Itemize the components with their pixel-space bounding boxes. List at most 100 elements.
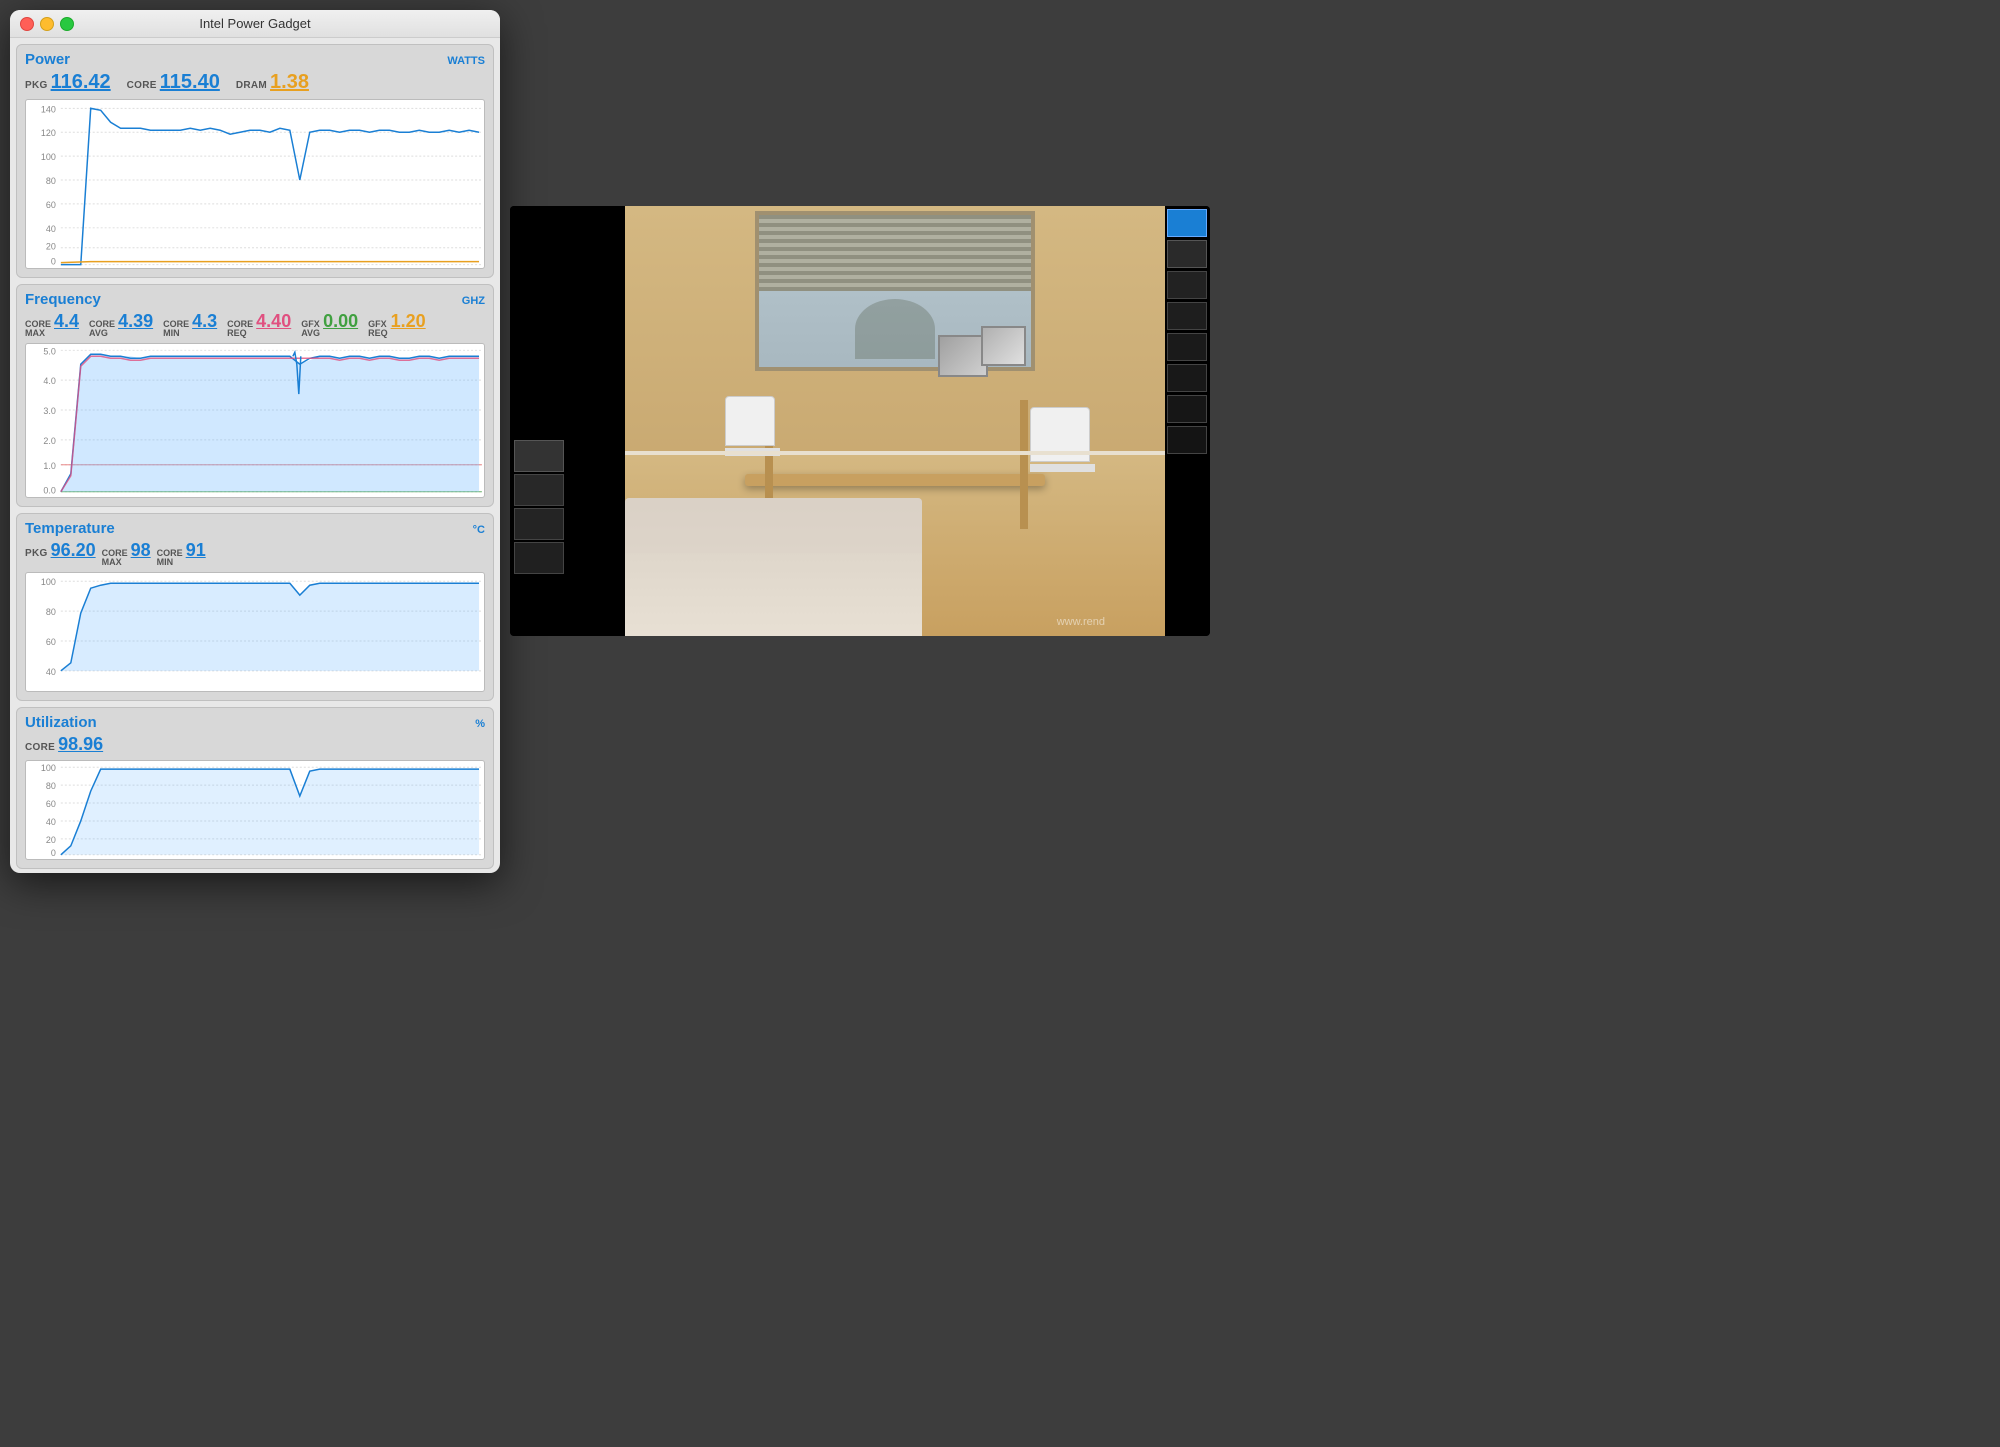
render-watermark: www.rend: [1057, 616, 1105, 628]
utilization-stats: CORE 98.96: [25, 734, 485, 755]
close-button[interactable]: [20, 17, 34, 31]
minimize-button[interactable]: [40, 17, 54, 31]
power-pkg-label: PKG: [25, 80, 48, 91]
freq-core-avg-label2: AVG: [89, 329, 108, 338]
svg-text:100: 100: [41, 763, 56, 773]
baseboard: [625, 451, 1165, 455]
utilization-chart: 100 80 60 40 20 0: [25, 760, 485, 860]
power-header: Power WATTS: [25, 51, 485, 68]
temp-core-max-value: 98: [131, 540, 151, 561]
freq-core-req-label2: REQ: [227, 329, 247, 338]
thumb-right-active[interactable]: [1167, 209, 1207, 237]
utilization-panel: Utilization % CORE 98.96 100 80 60 40 20…: [16, 707, 494, 869]
svg-text:2.0: 2.0: [43, 436, 55, 446]
thumb-strip-right[interactable]: [1165, 206, 1210, 636]
thumb-right-4[interactable]: [1167, 333, 1207, 361]
svg-text:4.0: 4.0: [43, 376, 55, 386]
temp-pkg-value: 96.20: [51, 540, 96, 561]
freq-core-max-group: CORE MAX 4.4: [25, 311, 79, 338]
power-panel: Power WATTS PKG 116.42 CORE 115.40 DRAM …: [16, 44, 494, 278]
svg-text:20: 20: [46, 835, 56, 845]
thumb-right-7[interactable]: [1167, 426, 1207, 454]
freq-core-avg-group: CORE AVG 4.39: [89, 311, 153, 338]
svg-text:80: 80: [46, 781, 56, 791]
thumb-right-5[interactable]: [1167, 364, 1207, 392]
temp-core-min-value: 91: [186, 540, 206, 561]
power-title: Power: [25, 51, 70, 68]
thumb-left-2[interactable]: [514, 474, 564, 506]
thumb-right-2[interactable]: [1167, 271, 1207, 299]
temperature-unit: °C: [473, 524, 485, 536]
thumb-right-3[interactable]: [1167, 302, 1207, 330]
temperature-chart-svg: 100 80 60 40: [26, 573, 484, 692]
temp-core-max-label2: MAX: [102, 558, 122, 567]
svg-text:60: 60: [46, 637, 56, 647]
svg-text:80: 80: [46, 607, 56, 617]
temperature-header: Temperature °C: [25, 520, 485, 537]
frequency-unit: GHZ: [462, 295, 485, 307]
temp-core-max-group: CORE MAX 98: [102, 540, 151, 567]
freq-gfx-req-value: 1.20: [391, 311, 426, 332]
photo-frame-2: [981, 326, 1026, 366]
utilization-header: Utilization %: [25, 714, 485, 731]
freq-core-min-value: 4.3: [192, 311, 217, 332]
thumb-left-4[interactable]: [514, 542, 564, 574]
svg-text:60: 60: [46, 799, 56, 809]
power-dram-label: DRAM: [236, 80, 267, 91]
svg-text:100: 100: [41, 577, 56, 587]
thumb-strip-left[interactable]: [510, 438, 625, 576]
chair-seat-right: [1030, 464, 1095, 472]
svg-text:120: 120: [41, 128, 56, 138]
title-bar-buttons: [20, 17, 74, 31]
frequency-title: Frequency: [25, 291, 101, 308]
svg-text:40: 40: [46, 667, 56, 677]
temperature-stats: PKG 96.20 CORE MAX 98 CORE MIN 91: [25, 540, 485, 567]
freq-core-min-label2: MIN: [163, 329, 180, 338]
svg-text:80: 80: [46, 176, 56, 186]
power-pkg-group: PKG 116.42: [25, 71, 121, 94]
temp-pkg-group: PKG 96.20: [25, 540, 96, 561]
frequency-chart: 5.0 4.0 3.0 2.0 1.0 0.0: [25, 343, 485, 498]
table-top: [745, 474, 1045, 486]
frequency-header: Frequency GHZ: [25, 291, 485, 308]
svg-text:20: 20: [46, 242, 56, 252]
chair-back-left: [725, 396, 775, 446]
freq-gfx-avg-label2: AVG: [301, 329, 320, 338]
svg-text:0: 0: [51, 848, 56, 858]
freq-core-req-value: 4.40: [256, 311, 291, 332]
util-core-value: 98.96: [58, 734, 103, 755]
thumb-right-6[interactable]: [1167, 395, 1207, 423]
frequency-chart-svg: 5.0 4.0 3.0 2.0 1.0 0.0: [26, 344, 484, 498]
sofa: [625, 498, 922, 636]
svg-text:3.0: 3.0: [43, 406, 55, 416]
window-blinds: [759, 215, 1031, 291]
temp-core-min-label2: MIN: [157, 558, 174, 567]
freq-gfx-req-label2: REQ: [368, 329, 388, 338]
window-title: Intel Power Gadget: [199, 16, 310, 31]
power-pkg-value: 116.42: [51, 71, 111, 94]
temp-pkg-label: PKG: [25, 548, 48, 559]
svg-text:140: 140: [41, 104, 56, 114]
svg-text:40: 40: [46, 817, 56, 827]
freq-core-avg-value: 4.39: [118, 311, 153, 332]
thumb-left-1[interactable]: [514, 440, 564, 472]
tree-silhouette: [855, 299, 935, 359]
freq-gfx-avg-group: GFX AVG 0.00: [301, 311, 358, 338]
maximize-button[interactable]: [60, 17, 74, 31]
frequency-stats: CORE MAX 4.4 CORE AVG 4.39 CORE MIN 4.3: [25, 311, 485, 338]
render-window: www.rend: [510, 206, 1210, 636]
sofa-back: [625, 498, 922, 553]
chair-right: [1030, 407, 1095, 507]
frequency-panel: Frequency GHZ CORE MAX 4.4 CORE AVG 4.39: [16, 284, 494, 507]
freq-core-max-label2: MAX: [25, 329, 45, 338]
power-core-value: 115.40: [160, 71, 220, 94]
power-chart: 140 120 100 80 60 40 20 0: [25, 99, 485, 269]
power-stats: PKG 116.42 CORE 115.40 DRAM 1.38: [25, 71, 485, 94]
thumb-left-3[interactable]: [514, 508, 564, 540]
thumb-right-1[interactable]: [1167, 240, 1207, 268]
render-room-scene: www.rend: [625, 206, 1165, 636]
temperature-chart: 100 80 60 40: [25, 572, 485, 692]
gadget-window: Intel Power Gadget Power WATTS PKG 116.4…: [10, 10, 500, 873]
utilization-chart-svg: 100 80 60 40 20 0: [26, 761, 484, 860]
svg-text:0: 0: [51, 257, 56, 267]
